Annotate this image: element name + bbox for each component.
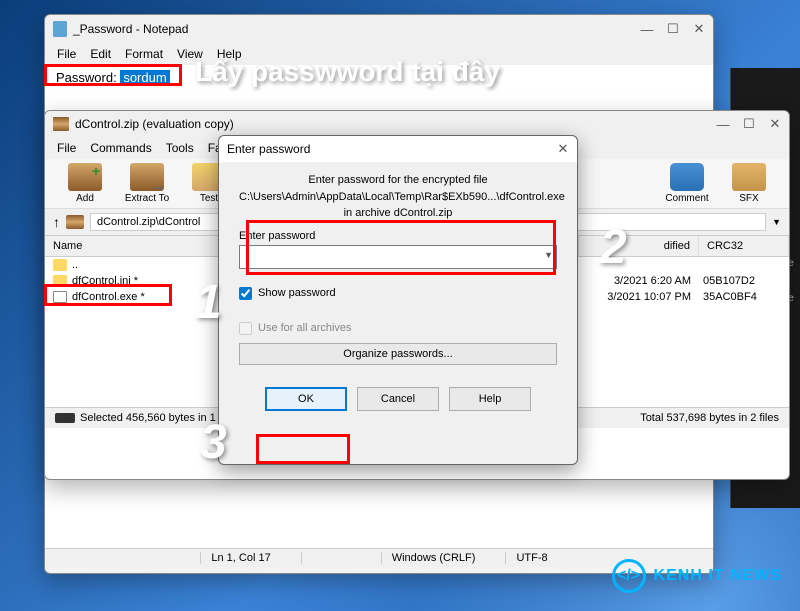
sfx-icon (732, 163, 766, 191)
archive-icon (66, 215, 84, 229)
status-position: Ln 1, Col 17 (200, 552, 280, 564)
comment-icon (670, 163, 704, 191)
help-button[interactable]: Help (449, 387, 531, 411)
close-button[interactable]: ✕ (557, 143, 569, 155)
file-crc: 35AC0BF4 (691, 291, 781, 303)
password-label: Password: (56, 70, 117, 85)
maximize-button[interactable]: ☐ (743, 118, 755, 130)
file-modified: 3/2021 6:20 AM (571, 275, 691, 287)
prompt-line: C:\Users\Admin\AppData\Local\Temp\Rar$EX… (239, 189, 557, 206)
notepad-titlebar[interactable]: _Password - Notepad — ☐ ✕ (45, 15, 713, 43)
show-password-label: Show password (258, 287, 336, 299)
show-password-row: Show password (239, 287, 557, 300)
comment-button[interactable]: Comment (657, 163, 717, 204)
menu-help[interactable]: Help (211, 45, 248, 63)
notepad-menubar: File Edit Format View Help (45, 43, 713, 65)
use-all-checkbox[interactable] (239, 322, 252, 335)
password-value[interactable]: sordum (120, 70, 169, 85)
dropdown-icon[interactable]: ▼ (772, 217, 781, 227)
prompt-line: in archive dControl.zip (239, 205, 557, 222)
minimize-button[interactable]: — (717, 118, 729, 130)
file-name: .. (72, 259, 78, 271)
show-password-checkbox[interactable] (239, 287, 252, 300)
password-dialog: Enter password ✕ Enter password for the … (218, 135, 578, 465)
menu-file[interactable]: File (51, 45, 82, 63)
menu-commands[interactable]: Commands (84, 139, 157, 157)
dialog-prompt: Enter password for the encrypted file C:… (239, 172, 557, 222)
menu-edit[interactable]: Edit (84, 45, 117, 63)
maximize-button[interactable]: ☐ (667, 23, 679, 35)
dialog-titlebar[interactable]: Enter password ✕ (219, 136, 577, 162)
menu-view[interactable]: View (171, 45, 209, 63)
winrar-titlebar[interactable]: dControl.zip (evaluation copy) — ☐ ✕ (45, 111, 789, 137)
sfx-button[interactable]: SFX (719, 163, 779, 204)
exe-icon (53, 291, 67, 303)
file-crc: 05B107D2 (691, 275, 781, 287)
dropdown-icon[interactable]: ▼ (544, 250, 553, 260)
minimize-button[interactable]: — (641, 23, 653, 35)
watermark-logo: </> KENH IT NEWS (612, 559, 782, 593)
password-input[interactable] (239, 245, 557, 269)
status-encoding: UTF-8 (505, 552, 557, 564)
dialog-title: Enter password (227, 142, 310, 156)
comment-label: Comment (665, 193, 708, 204)
ok-button[interactable]: OK (265, 387, 347, 411)
up-icon[interactable]: ↑ (53, 214, 60, 230)
status-zoom (301, 552, 361, 564)
notepad-title: _Password - Notepad (73, 22, 188, 36)
add-icon (68, 163, 102, 191)
logo-icon: </> (612, 559, 646, 593)
notepad-app-icon (53, 21, 67, 37)
file-icon (53, 275, 67, 287)
menu-file[interactable]: File (51, 139, 82, 157)
menu-format[interactable]: Format (119, 45, 169, 63)
winrar-title: dControl.zip (evaluation copy) (75, 117, 234, 131)
logo-text: KENH IT NEWS (654, 567, 782, 585)
organize-passwords-button[interactable]: Organize passwords... (239, 343, 557, 365)
col-crc[interactable]: CRC32 (699, 236, 789, 256)
extract-label: Extract To (125, 193, 169, 204)
extract-icon (130, 163, 164, 191)
status-selected: Selected 456,560 bytes in 1 file (80, 412, 233, 424)
col-modified[interactable]: dified (579, 236, 699, 256)
test-label: Test (200, 193, 218, 204)
cancel-button[interactable]: Cancel (357, 387, 439, 411)
file-modified: 3/2021 10:07 PM (571, 291, 691, 303)
menu-tools[interactable]: Tools (160, 139, 200, 157)
use-all-label: Use for all archives (258, 322, 352, 334)
password-fieldset: Enter password ▼ (239, 230, 557, 269)
winrar-app-icon (53, 117, 69, 131)
extract-button[interactable]: Extract To (117, 163, 177, 204)
close-button[interactable]: ✕ (769, 118, 781, 130)
add-button[interactable]: Add (55, 163, 115, 204)
dialog-buttons: OK Cancel Help (219, 375, 577, 425)
add-label: Add (76, 193, 94, 204)
folder-icon (53, 259, 67, 271)
status-eol: Windows (CRLF) (381, 552, 486, 564)
sfx-label: SFX (739, 193, 758, 204)
status-total: Total 537,698 bytes in 2 files (640, 412, 779, 424)
close-button[interactable]: ✕ (693, 23, 705, 35)
prompt-line: Enter password for the encrypted file (239, 172, 557, 189)
keyboard-icon (55, 413, 75, 423)
password-field-label: Enter password (239, 230, 557, 242)
use-all-row: Use for all archives (239, 322, 557, 335)
